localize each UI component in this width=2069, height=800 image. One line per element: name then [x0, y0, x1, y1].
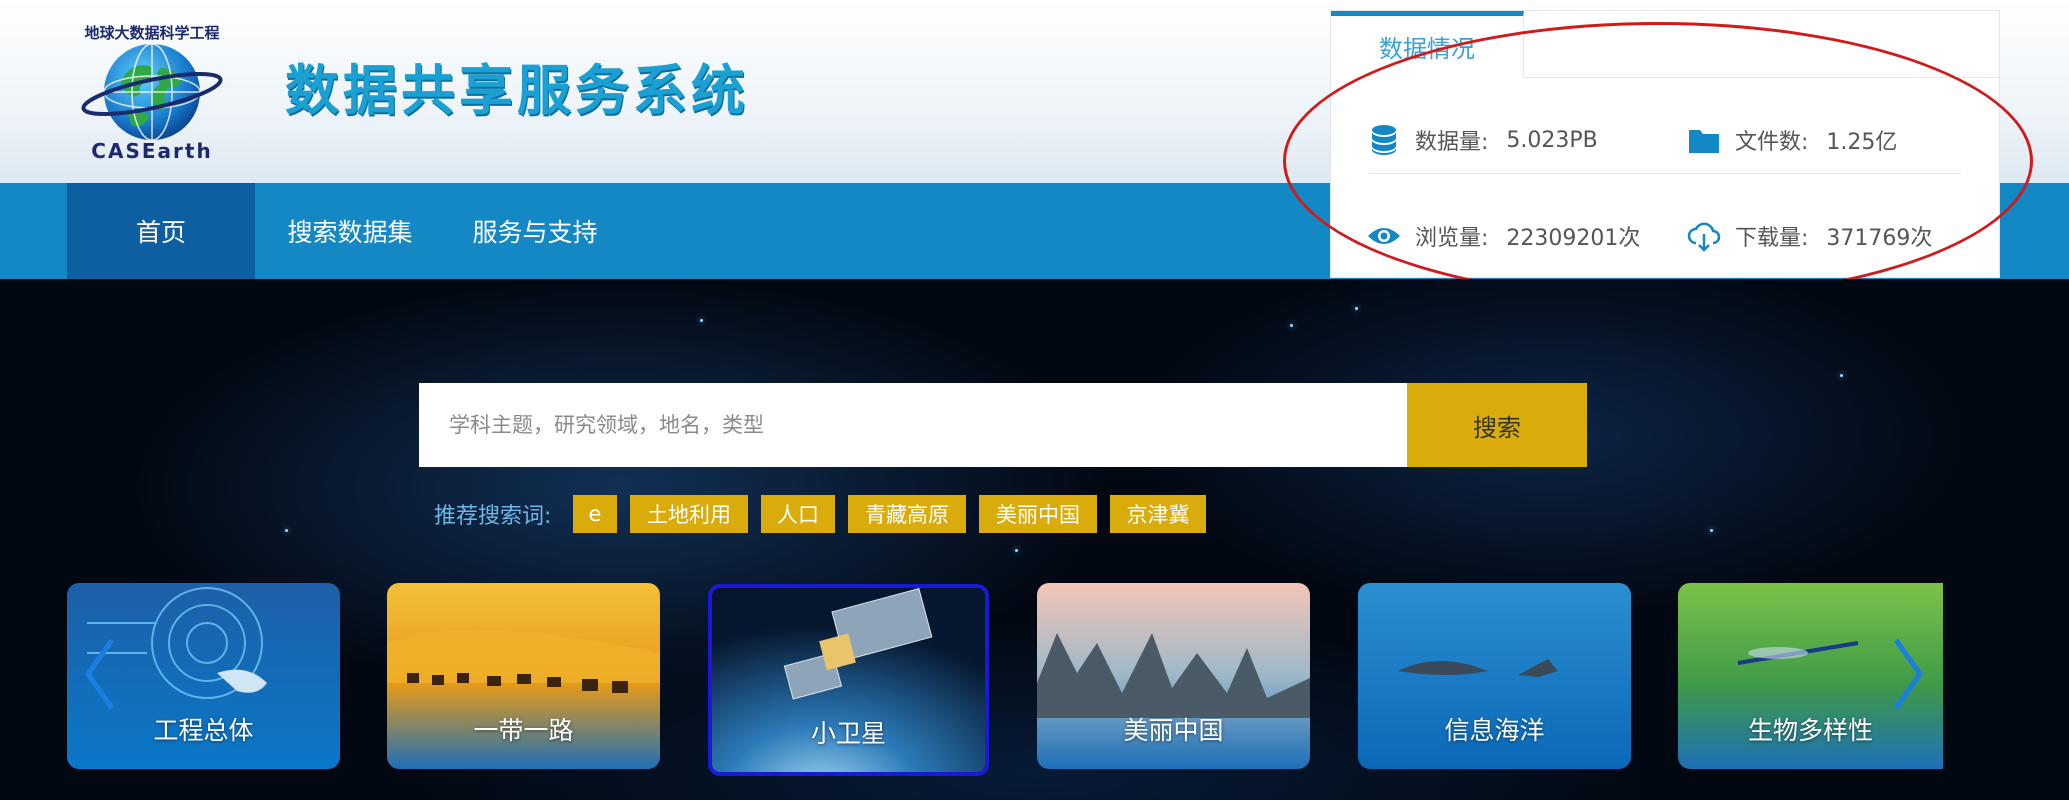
database-icon	[1367, 123, 1401, 157]
card-information-ocean[interactable]: 信息海洋	[1358, 583, 1631, 769]
card-label: 一带一路	[473, 716, 574, 745]
eye-icon	[1367, 219, 1401, 253]
stats-divider	[1369, 173, 1961, 174]
tab-data-overview[interactable]: 数据情况	[1331, 11, 1524, 77]
card-label: 美丽中国	[1123, 716, 1224, 745]
chevron-left-icon[interactable]	[80, 634, 120, 714]
casearth-logo[interactable]: 地球大数据科学工程 CASEarth	[62, 16, 242, 166]
folder-icon	[1687, 123, 1721, 157]
star	[700, 319, 703, 322]
logo-text-top: 地球大数据科学工程	[84, 24, 219, 42]
data-stats-panel: 数据情况 数据量: 5.023PB 文件数: 1.25亿 浏览量: 223092…	[1330, 10, 2000, 278]
file-count-value: 1.25亿	[1826, 130, 1898, 155]
stat-data-volume: 数据量: 5.023PB	[1367, 123, 1598, 157]
hero-section: 搜索 推荐搜索词: e 土地利用 人口 青藏高原 美丽中国 京津冀 工程总体	[0, 279, 2069, 800]
card-small-satellite[interactable]: 小卫星	[708, 584, 989, 776]
nav-item-home[interactable]: 首页	[67, 183, 255, 279]
stat-file-count: 文件数: 1.25亿	[1687, 123, 1897, 157]
star	[1355, 307, 1358, 310]
recommend-tag[interactable]: 人口	[761, 495, 835, 533]
nav-item-service-support[interactable]: 服务与支持	[465, 183, 605, 279]
card-label: 生物多样性	[1747, 716, 1873, 745]
views-value: 22309201次	[1506, 226, 1641, 251]
card-label: 小卫星	[810, 719, 886, 748]
data-volume-value: 5.023PB	[1506, 127, 1598, 153]
chevron-right-icon[interactable]	[1888, 634, 1928, 714]
recommend-tag[interactable]: 青藏高原	[848, 495, 966, 533]
downloads-label: 下载量:	[1735, 226, 1809, 251]
star	[1015, 549, 1018, 552]
file-count-label: 文件数:	[1735, 130, 1809, 155]
search-button[interactable]: 搜索	[1407, 383, 1587, 467]
cloud-download-icon	[1687, 219, 1721, 253]
card-label: 工程总体	[153, 716, 254, 745]
star	[1290, 324, 1293, 327]
card-beautiful-china[interactable]: 美丽中国	[1037, 583, 1310, 769]
star	[1710, 529, 1713, 532]
tab-divider	[1524, 77, 1999, 78]
downloads-value: 371769次	[1826, 226, 1933, 251]
search-input[interactable]	[419, 383, 1407, 467]
recommend-tag[interactable]: 土地利用	[630, 495, 748, 533]
recommend-tag[interactable]: 京津冀	[1110, 495, 1206, 533]
views-label: 浏览量:	[1415, 226, 1489, 251]
star	[285, 529, 288, 532]
stat-downloads: 下载量: 371769次	[1687, 219, 1932, 253]
star	[1840, 374, 1843, 377]
site-title: 数据共享服务系统	[285, 59, 749, 122]
recommend-tag[interactable]: 美丽中国	[979, 495, 1097, 533]
data-volume-label: 数据量:	[1415, 130, 1489, 155]
recommend-tag[interactable]: e	[573, 495, 617, 533]
nav-item-search-datasets[interactable]: 搜索数据集	[280, 183, 420, 279]
logo-text-bottom: CASEarth	[91, 139, 212, 163]
recommend-label: 推荐搜索词:	[434, 504, 552, 529]
card-label: 信息海洋	[1444, 716, 1545, 745]
stat-views: 浏览量: 22309201次	[1367, 219, 1640, 253]
card-belt-road[interactable]: 一带一路	[387, 583, 660, 769]
